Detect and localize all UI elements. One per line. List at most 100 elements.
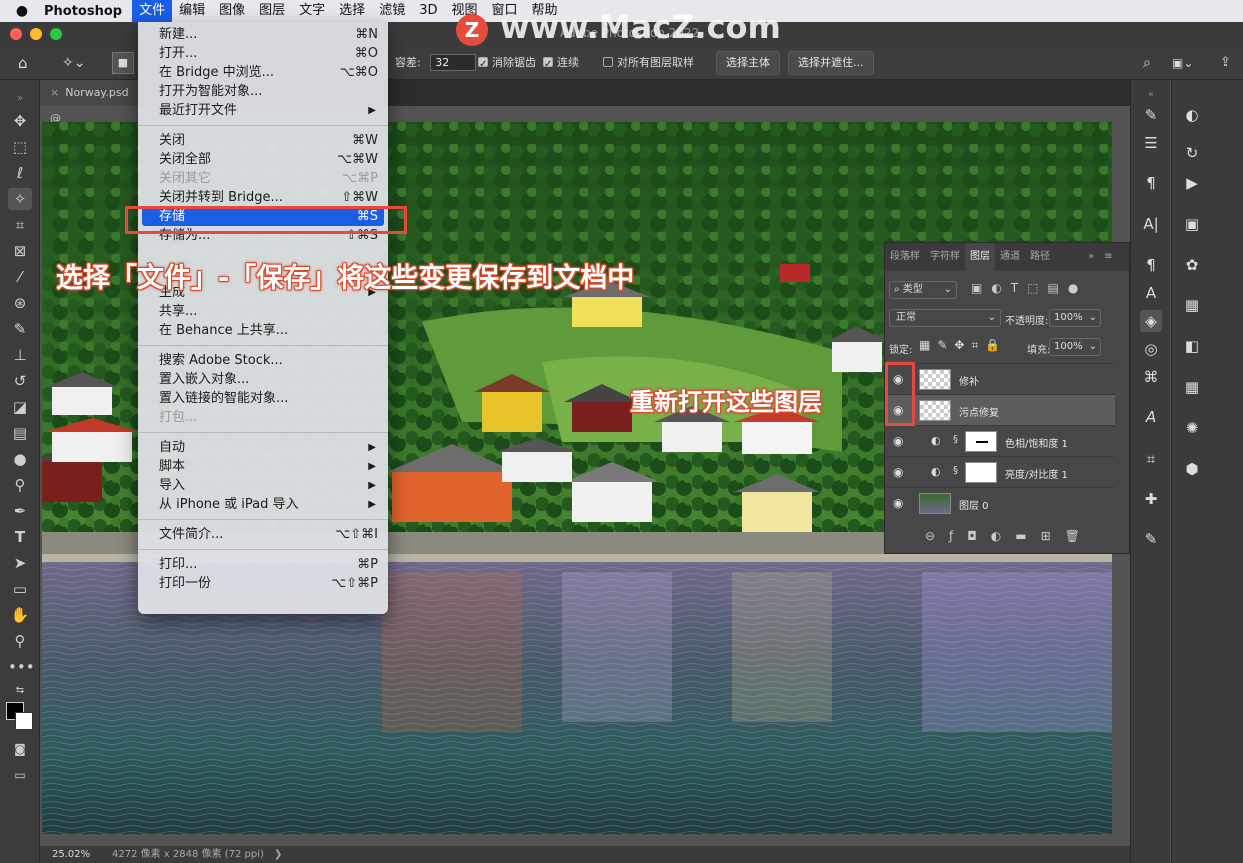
- layer-filter-select[interactable]: ⌕ 类型 ⌄: [889, 281, 957, 299]
- zoom-level[interactable]: 25.02%: [52, 846, 90, 863]
- paths-icon[interactable]: ⌘: [1140, 366, 1162, 388]
- layers-footer-icons[interactable]: ⊖ƒ◘◐▬⊞🗑: [925, 529, 1094, 543]
- close-window-button[interactable]: [10, 28, 22, 40]
- menu-item-print-one[interactable]: 打印一份 ⌥⇧⌘P: [138, 574, 388, 593]
- tab-layers[interactable]: 图层: [965, 243, 995, 271]
- menu-item-close-go-bridge[interactable]: 关闭并转到 Bridge... ⇧⌘W: [138, 188, 388, 207]
- menu-item-close-all[interactable]: 关闭全部 ⌥⌘W: [138, 150, 388, 169]
- zoom-window-button[interactable]: [50, 28, 62, 40]
- link-icon[interactable]: §: [953, 434, 958, 445]
- paragraph-styles-icon[interactable]: ¶: [1140, 254, 1162, 276]
- menu-item-browse-bridge[interactable]: 在 Bridge 中浏览... ⌥⌘O: [138, 63, 388, 82]
- history-icon[interactable]: ↻: [1181, 142, 1203, 164]
- new-selection-icon[interactable]: ■: [112, 52, 134, 74]
- menu-item-recent[interactable]: 最近打开文件 ▶: [138, 101, 388, 120]
- move-tool-icon[interactable]: ✥: [8, 110, 32, 132]
- screen-mode-icon[interactable]: ▭: [8, 764, 32, 786]
- menu-item-open-smart-object[interactable]: 打开为智能对象...: [138, 82, 388, 101]
- glyphs-icon[interactable]: A: [1140, 406, 1162, 428]
- eyedropper-tool-icon[interactable]: ⁄: [8, 266, 32, 288]
- menu-image[interactable]: 图像: [212, 0, 252, 22]
- search-icon[interactable]: ⌕: [1143, 52, 1151, 74]
- brush-settings-icon[interactable]: ✎: [1140, 104, 1162, 126]
- panel-menu-icon[interactable]: ≡: [1099, 243, 1117, 271]
- menu-item-import-iphone[interactable]: 从 iPhone 或 iPad 导入 ▶: [138, 495, 388, 514]
- color-icon[interactable]: ◐: [1181, 104, 1203, 126]
- character-icon[interactable]: A|: [1140, 213, 1162, 235]
- magic-wand-tool-icon[interactable]: ✧: [8, 188, 32, 210]
- menu-item-automate[interactable]: 自动 ▶: [138, 438, 388, 457]
- lock-icons[interactable]: ▦✎✥⌗🔒: [919, 338, 1007, 353]
- menu-item-open[interactable]: 打开... ⌘O: [138, 44, 388, 63]
- visibility-eye-icon[interactable]: ◉: [893, 465, 903, 479]
- hand-tool-icon[interactable]: ✋: [8, 604, 32, 626]
- more-tools-icon[interactable]: •••: [8, 656, 35, 678]
- link-icon[interactable]: §: [953, 465, 958, 476]
- healing-brush-tool-icon[interactable]: ⊛: [8, 292, 32, 314]
- path-selection-tool-icon[interactable]: ➤: [8, 552, 32, 574]
- app-name-menu[interactable]: Photoshop: [44, 4, 122, 19]
- collapse-toolbar-icon[interactable]: »: [8, 88, 32, 110]
- antialias-checkbox[interactable]: 消除锯齿: [478, 52, 536, 76]
- frame-tool-icon[interactable]: ⊠: [8, 240, 32, 262]
- marquee-tool-icon[interactable]: ⬚: [8, 136, 32, 158]
- visibility-eye-icon[interactable]: ◉: [893, 496, 903, 510]
- menu-item-search-stock[interactable]: 搜索 Adobe Stock...: [138, 351, 388, 370]
- type-tool-icon[interactable]: T: [8, 526, 32, 548]
- blur-tool-icon[interactable]: ●: [8, 448, 32, 470]
- menu-layer[interactable]: 图层: [252, 0, 292, 22]
- gradients-icon[interactable]: ◧: [1181, 335, 1203, 357]
- workspace-icon[interactable]: ▣⌄: [1172, 52, 1193, 74]
- menu-file[interactable]: 文件: [132, 0, 173, 22]
- visibility-eye-icon[interactable]: ◉: [893, 434, 903, 448]
- layer-filter-icons[interactable]: ▣◐T⬚▤●: [971, 281, 1087, 295]
- menu-edit[interactable]: 编辑: [172, 0, 212, 22]
- layer-row[interactable]: ◉ 修补: [885, 363, 1115, 394]
- navigator-icon[interactable]: ▦: [1181, 376, 1203, 398]
- swatches-icon[interactable]: ✿: [1181, 254, 1203, 276]
- magic-wand-preset-icon[interactable]: ✧⌄: [62, 52, 85, 74]
- document-tab[interactable]: × Norway.psd @: [40, 80, 140, 125]
- menu-item-place-embedded[interactable]: 置入嵌入对象...: [138, 370, 388, 389]
- panel-expand-icon[interactable]: »: [1083, 243, 1099, 271]
- tool-presets-icon[interactable]: ✎: [1140, 528, 1162, 550]
- gradient-tool-icon[interactable]: ▤: [8, 422, 32, 444]
- menu-select[interactable]: 选择: [332, 0, 372, 22]
- character-styles-icon[interactable]: A: [1140, 282, 1162, 304]
- opacity-input[interactable]: 100% ⌄: [1049, 309, 1101, 327]
- menu-item-share-behance[interactable]: 在 Behance 上共享...: [138, 321, 388, 340]
- eraser-tool-icon[interactable]: ◪: [8, 396, 32, 418]
- 3d-icon[interactable]: ⬢: [1181, 458, 1203, 480]
- status-menu-arrow-icon[interactable]: ❯: [274, 846, 282, 863]
- layer-row[interactable]: ◉ ◐ § 亮度/对比度 1: [885, 456, 1115, 487]
- history-brush-tool-icon[interactable]: ↺: [8, 370, 32, 392]
- lasso-tool-icon[interactable]: ℓ: [8, 162, 32, 184]
- menu-item-file-info[interactable]: 文件简介... ⌥⇧⌘I: [138, 525, 388, 544]
- pen-tool-icon[interactable]: ✒: [8, 500, 32, 522]
- layer-name[interactable]: 污点修复: [959, 404, 999, 419]
- menu-filter[interactable]: 滤镜: [372, 0, 412, 22]
- plugins-icon[interactable]: ✚: [1140, 488, 1162, 510]
- dodge-tool-icon[interactable]: ⚲: [8, 474, 32, 496]
- share-icon[interactable]: ⇪: [1220, 52, 1231, 74]
- layer-name[interactable]: 修补: [959, 373, 979, 388]
- rectangle-tool-icon[interactable]: ▭: [8, 578, 32, 600]
- tab-paths[interactable]: 路径: [1025, 243, 1055, 271]
- close-tab-icon[interactable]: ×: [50, 86, 59, 99]
- menu-item-print[interactable]: 打印... ⌘P: [138, 555, 388, 574]
- menu-item-new[interactable]: 新建... ⌘N: [138, 25, 388, 44]
- layer-name[interactable]: 亮度/对比度 1: [1005, 466, 1068, 481]
- collapse-panels-icon[interactable]: «: [1140, 84, 1162, 106]
- patterns-icon[interactable]: ▦: [1181, 294, 1203, 316]
- contiguous-checkbox[interactable]: 连续: [543, 52, 579, 76]
- home-icon[interactable]: ⌂: [18, 52, 28, 74]
- channels-icon[interactable]: ◎: [1140, 338, 1162, 360]
- adjustments-icon[interactable]: ☰: [1140, 132, 1162, 154]
- paragraph-icon[interactable]: ¶: [1140, 172, 1162, 194]
- blend-mode-select[interactable]: 正常 ⌄: [889, 309, 1001, 327]
- libraries-icon[interactable]: ▣: [1181, 213, 1203, 235]
- layer-name[interactable]: 色相/饱和度 1: [1005, 435, 1068, 450]
- quick-mask-icon[interactable]: ◙: [8, 738, 32, 760]
- background-color-swatch[interactable]: [15, 712, 33, 730]
- menu-item-close[interactable]: 关闭 ⌘W: [138, 131, 388, 150]
